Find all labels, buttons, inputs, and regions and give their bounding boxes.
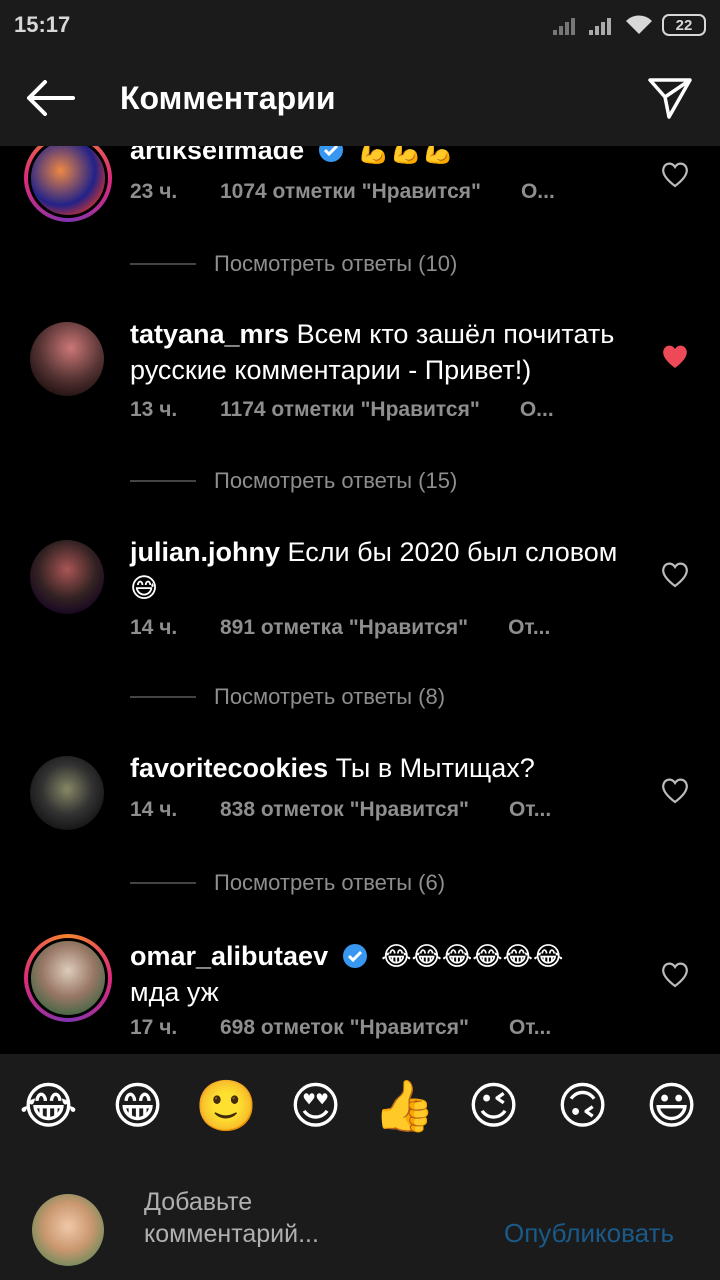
signal-icon [553, 18, 575, 35]
reply-button[interactable]: От... [508, 616, 550, 646]
reply-button[interactable]: От... [509, 798, 551, 828]
comment-age: 14 ч. [130, 616, 178, 639]
signal-icon-2 [589, 18, 611, 35]
divider-line [130, 882, 196, 884]
comment-likes[interactable]: 838 отметок "Нравится" [220, 798, 469, 828]
emoji-button[interactable]: 😍 [281, 1071, 351, 1141]
view-replies-button[interactable]: Посмотреть ответы (8) [130, 682, 445, 712]
status-icons: 22 [552, 14, 706, 36]
divider-line [130, 263, 196, 265]
view-replies-label: Посмотреть ответы (8) [214, 684, 446, 709]
view-replies-label: Посмотреть ответы (10) [214, 251, 458, 276]
avatar[interactable] [30, 322, 104, 396]
comment-likes[interactable]: 698 отметок "Нравится" [220, 1016, 469, 1046]
liked-heart-icon[interactable] [660, 342, 690, 370]
comment-age: 23 ч. [130, 180, 178, 203]
emoji-button[interactable]: 🙂 [192, 1071, 262, 1141]
comment-item: favoritecookies Ты в Мытищах? 14 ч. 838 … [0, 753, 720, 856]
publish-button[interactable]: Опубликовать [504, 1218, 674, 1249]
emoji-button[interactable]: 👍 [370, 1071, 440, 1141]
avatar[interactable] [30, 540, 104, 614]
view-replies-label: Посмотреть ответы (15) [214, 468, 458, 493]
page-title: Комментарии [120, 79, 336, 116]
comment-body: 😂😂😂😂😂😂 [381, 941, 564, 971]
comment-text: artikselfmade 💪💪💪 [130, 146, 630, 168]
divider-line [130, 480, 196, 482]
comment-age: 17 ч. [130, 1016, 178, 1039]
comment-meta: 14 ч. 891 отметка "Нравится" От... [130, 616, 610, 646]
comment-item: omar_alibutaev 😂😂😂😂😂😂 мда уж 17 ч. 698 о… [0, 934, 720, 1054]
emoji-button[interactable]: 🙃 [548, 1071, 618, 1141]
emoji-quick-bar: 😂 😁 🙂 😍 👍 😉 🙃 😃 [0, 1054, 720, 1158]
comment-username[interactable]: julian.johny [130, 537, 280, 567]
comment-likes[interactable]: 1074 отметки "Нравится" [220, 180, 481, 210]
comment-meta: 13 ч. 1174 отметки "Нравится" О... [130, 398, 610, 428]
back-button[interactable] [0, 50, 100, 146]
comment-likes[interactable]: 1174 отметки "Нравится" [220, 398, 480, 428]
view-replies-button[interactable]: Посмотреть ответы (15) [130, 466, 457, 496]
user-avatar [32, 1194, 104, 1266]
comment-body: 💪💪💪 [357, 146, 455, 165]
like-heart-icon[interactable] [660, 960, 690, 988]
status-bar: 15:17 22 [0, 0, 720, 50]
view-replies-label: Посмотреть ответы (6) [214, 870, 446, 895]
emoji-button[interactable]: 😃 [637, 1071, 707, 1141]
comment-item: julian.johny Если бы 2020 был словом 😅 1… [0, 537, 720, 660]
emoji-button[interactable]: 😉 [459, 1071, 529, 1141]
comment-age: 13 ч. [130, 398, 178, 421]
comment-meta: 17 ч. 698 отметок "Нравится" От... [130, 1016, 610, 1046]
divider-line [130, 696, 196, 698]
comment-username[interactable]: favoritecookies [130, 753, 328, 783]
verified-badge-icon [318, 146, 343, 162]
view-replies-button[interactable]: Посмотреть ответы (6) [130, 868, 445, 898]
comment-item: tatyana_mrs Всем кто зашёл почитать русс… [0, 319, 720, 442]
send-icon [648, 78, 692, 119]
comment-text: omar_alibutaev 😂😂😂😂😂😂 мда уж [130, 938, 630, 1010]
comment-body: Ты в Мытищах? [335, 753, 535, 783]
comment-username[interactable]: artikselfmade [130, 146, 304, 165]
avatar[interactable] [24, 146, 112, 222]
emoji-button[interactable]: 😁 [103, 1071, 173, 1141]
like-heart-icon[interactable] [660, 160, 690, 188]
comments-list[interactable]: artikselfmade 💪💪💪 23 ч. 1074 отметки "Нр… [0, 146, 720, 1054]
comment-body-line2: мда уж [130, 977, 219, 1007]
comment-text: favoritecookies Ты в Мытищах? [130, 750, 630, 786]
comment-text: tatyana_mrs Всем кто зашёл почитать русс… [130, 316, 630, 388]
comment-meta: 14 ч. 838 отметок "Нравится" От... [130, 798, 610, 828]
avatar[interactable] [24, 934, 112, 1022]
wifi-icon [626, 15, 652, 34]
reply-button[interactable]: О... [520, 398, 554, 428]
reply-button[interactable]: От... [509, 1016, 551, 1046]
emoji-button[interactable]: 😂 [14, 1071, 84, 1141]
comment-username[interactable]: tatyana_mrs [130, 319, 289, 349]
comment-likes[interactable]: 891 отметка "Нравится" [220, 616, 468, 646]
comment-meta: 23 ч. 1074 отметки "Нравится" О... [130, 180, 610, 210]
like-heart-icon[interactable] [660, 560, 690, 588]
status-time: 15:17 [14, 12, 71, 37]
comment-age: 14 ч. [130, 798, 178, 821]
share-button[interactable] [620, 50, 720, 146]
comment-input[interactable]: Добавьте комментарий... [144, 1186, 404, 1250]
battery-indicator: 22 [662, 14, 706, 36]
comment-username[interactable]: omar_alibutaev [130, 941, 328, 971]
app-bar: Комментарии [0, 50, 720, 146]
back-arrow-icon [27, 80, 75, 116]
view-replies-button[interactable]: Посмотреть ответы (10) [130, 249, 457, 279]
comment-input-bar: Добавьте комментарий... Опубликовать [0, 1158, 720, 1280]
reply-button[interactable]: О... [521, 180, 555, 210]
like-heart-icon[interactable] [660, 776, 690, 804]
comment-text: julian.johny Если бы 2020 был словом 😅 [130, 534, 630, 606]
verified-badge-icon [342, 944, 367, 968]
battery-level: 22 [675, 16, 693, 34]
avatar[interactable] [30, 756, 104, 830]
